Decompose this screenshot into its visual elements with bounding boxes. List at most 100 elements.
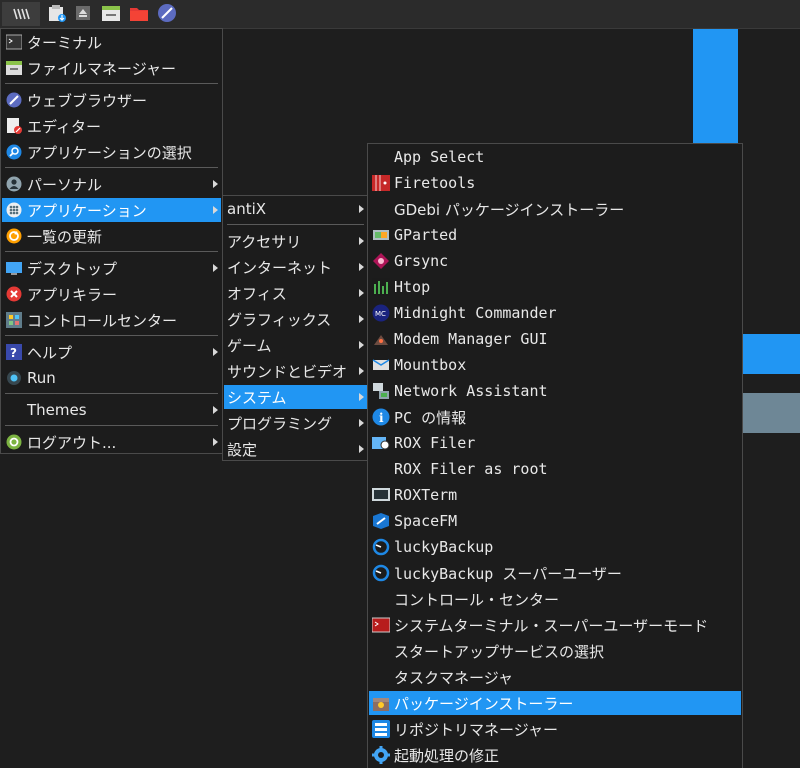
submenu-item-sound-video[interactable]: サウンドとビデオ — [224, 359, 367, 383]
system-item-app-select[interactable]: App Select — [369, 145, 741, 169]
menu-item-app-select[interactable]: アプリケーションの選択 — [2, 140, 221, 164]
main-menu: ターミナル ファイルマネージャー ウェブブラウザー エディター アプリケーション… — [0, 28, 223, 454]
taskbar-folder-launcher[interactable] — [128, 2, 150, 24]
submenu-item-accessories[interactable]: アクセサリ — [224, 229, 367, 253]
system-item-gdebi[interactable]: GDebi パッケージインストーラー — [369, 197, 741, 221]
submenu-arrow-icon — [213, 180, 218, 188]
antix-menu-icon — [13, 8, 30, 20]
menu-item-editor[interactable]: エディター — [2, 114, 221, 138]
system-item-midnight-commander[interactable]: MC Midnight Commander — [369, 301, 741, 325]
roxterm-icon — [371, 486, 391, 504]
system-item-startup-services[interactable]: スタートアップサービスの選択 — [369, 639, 741, 663]
submenu-item-programming[interactable]: プログラミング — [224, 411, 367, 435]
start-menu-button[interactable] — [2, 2, 40, 26]
desktop-icon — [5, 259, 23, 277]
menu-separator — [5, 393, 218, 394]
taskbar — [0, 0, 800, 29]
submenu-item-office[interactable]: オフィス — [224, 281, 367, 305]
menu-item-file-manager[interactable]: ファイルマネージャー — [2, 56, 221, 80]
menu-item-web-browser[interactable]: ウェブブラウザー — [2, 88, 221, 112]
taskbar-install-launcher[interactable] — [46, 2, 68, 24]
help-icon: ? — [5, 343, 23, 361]
submenu-item-games[interactable]: ゲーム — [224, 333, 367, 357]
luckybackup-icon — [371, 564, 391, 582]
submenu-item-internet[interactable]: インターネット — [224, 255, 367, 279]
folder-icon — [130, 8, 148, 21]
eject-icon — [76, 6, 90, 20]
submenu-item-settings[interactable]: 設定 — [224, 437, 367, 461]
system-item-luckybackup[interactable]: luckyBackup — [369, 535, 741, 559]
menu-item-refresh-list[interactable]: 一覧の更新 — [2, 224, 221, 248]
system-item-modem-manager[interactable]: Modem Manager GUI — [369, 327, 741, 351]
taskbar-file-manager-launcher[interactable] — [100, 2, 122, 24]
app-select-icon — [5, 143, 23, 161]
submenu-item-system[interactable]: システム — [224, 385, 367, 409]
submenu-arrow-icon — [213, 438, 218, 446]
system-item-roxterm[interactable]: ROXTerm — [369, 483, 741, 507]
system-item-boot-repair[interactable]: 起動処理の修正 — [369, 743, 741, 767]
menu-separator — [227, 224, 364, 225]
editor-icon — [5, 117, 23, 135]
system-item-rox-filer[interactable]: ROX Filer — [369, 431, 741, 455]
menu-item-desktop[interactable]: デスクトップ — [2, 256, 221, 280]
system-submenu: App Select Firetools GDebi パッケージインストーラー … — [367, 143, 743, 768]
desktop-window-edge — [738, 393, 800, 433]
menu-item-run[interactable]: Run — [2, 366, 221, 390]
taskbar-web-browser-launcher[interactable] — [156, 2, 178, 24]
menu-item-app-killer[interactable]: アプリキラー — [2, 282, 221, 306]
submenu-arrow-icon — [359, 205, 364, 213]
system-item-pc-info[interactable]: i PC の情報 — [369, 405, 741, 429]
system-item-grsync[interactable]: Grsync — [369, 249, 741, 273]
system-item-gparted[interactable]: GParted — [369, 223, 741, 247]
system-item-network-assistant[interactable]: Network Assistant — [369, 379, 741, 403]
menu-item-control-center[interactable]: コントロールセンター — [2, 308, 221, 332]
web-browser-icon — [158, 4, 176, 22]
svg-text:MC: MC — [375, 310, 386, 318]
submenu-arrow-icon — [213, 348, 218, 356]
run-icon — [5, 369, 23, 387]
system-item-spacefm[interactable]: SpaceFM — [369, 509, 741, 533]
menu-item-logout[interactable]: ログアウト... — [2, 430, 221, 454]
menu-separator — [5, 167, 218, 168]
taskbar-eject-launcher[interactable] — [72, 2, 94, 24]
firetools-icon — [371, 174, 391, 192]
luckybackup-icon — [371, 538, 391, 556]
system-item-repo-manager[interactable]: リポジトリマネージャー — [369, 717, 741, 741]
system-item-package-installer[interactable]: パッケージインストーラー — [369, 691, 741, 715]
mountbox-icon — [371, 356, 391, 374]
submenu-item-antix[interactable]: antiX — [224, 197, 367, 221]
gparted-icon — [371, 226, 391, 244]
menu-item-help[interactable]: ? ヘルプ — [2, 340, 221, 364]
menu-separator — [5, 335, 218, 336]
submenu-arrow-icon — [359, 393, 364, 401]
network-assistant-icon — [371, 382, 391, 400]
svg-text:?: ? — [10, 346, 17, 360]
menu-item-themes[interactable]: Themes — [2, 398, 221, 422]
user-icon — [5, 175, 23, 193]
system-item-root-terminal[interactable]: システムターミナル・スーパーユーザーモード — [369, 613, 741, 637]
system-item-firetools[interactable]: Firetools — [369, 171, 741, 195]
menu-item-personal[interactable]: パーソナル — [2, 172, 221, 196]
app-killer-icon — [5, 285, 23, 303]
modem-manager-icon — [371, 330, 391, 348]
boot-repair-icon — [371, 746, 391, 764]
submenu-arrow-icon — [213, 406, 218, 414]
menu-item-applications[interactable]: アプリケーション — [2, 198, 221, 222]
package-installer-icon — [371, 694, 391, 712]
system-item-rox-filer-root[interactable]: ROX Filer as root — [369, 457, 741, 481]
submenu-arrow-icon — [359, 289, 364, 297]
menu-separator — [5, 425, 218, 426]
logout-icon — [5, 433, 23, 451]
system-item-mountbox[interactable]: Mountbox — [369, 353, 741, 377]
file-manager-icon — [102, 6, 120, 21]
submenu-item-graphics[interactable]: グラフィックス — [224, 307, 367, 331]
system-item-luckybackup-superuser[interactable]: luckyBackup スーパーユーザー — [369, 561, 741, 585]
refresh-icon — [5, 227, 23, 245]
applications-submenu: antiX アクセサリ インターネット オフィス グラフィックス ゲーム サウン… — [222, 195, 369, 461]
system-item-task-manager[interactable]: タスクマネージャ — [369, 665, 741, 689]
system-item-control-center[interactable]: コントロール・センター — [369, 587, 741, 611]
install-icon — [49, 5, 66, 22]
system-item-htop[interactable]: Htop — [369, 275, 741, 299]
rox-filer-icon — [371, 434, 391, 452]
menu-item-terminal[interactable]: ターミナル — [2, 30, 221, 54]
